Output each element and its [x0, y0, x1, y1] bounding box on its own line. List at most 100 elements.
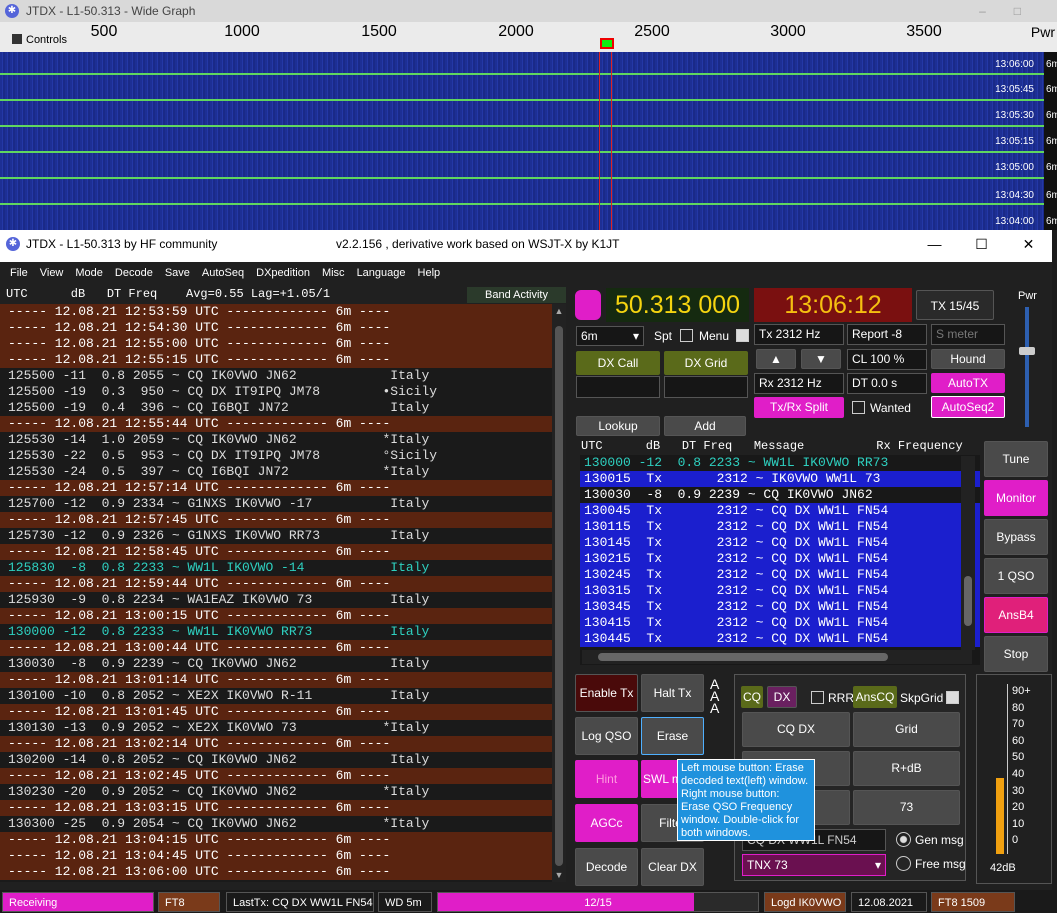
qso-row[interactable]: 130245 Tx 2312 ~ CQ DX WW1L FN54: [580, 567, 980, 583]
autotx-button[interactable]: AutoTX: [931, 373, 1005, 393]
qso-row[interactable]: 130345 Tx 2312 ~ CQ DX WW1L FN54: [580, 599, 980, 615]
qso-row[interactable]: 130115 Tx 2312 ~ CQ DX WW1L FN54: [580, 519, 980, 535]
ansb4-button[interactable]: AnsB4: [984, 597, 1048, 633]
bypass-button[interactable]: Bypass: [984, 519, 1048, 555]
period-separator-row[interactable]: ----- 12.08.21 13:06:00 UTC ------------…: [0, 864, 552, 880]
tune-button[interactable]: Tune: [984, 441, 1048, 477]
halt-tx-button[interactable]: Halt Tx: [641, 674, 704, 712]
r-db-button[interactable]: R+dB: [853, 751, 960, 786]
rx-frequency-spinbox[interactable]: Rx 2312 Hz: [754, 373, 844, 394]
controls-checkbox[interactable]: Controls: [12, 34, 67, 46]
wanted-checkbox[interactable]: [852, 401, 865, 414]
decode-row[interactable]: 130130 -13 0.9 2052 ~ XE2X IK0VWO 73 *It…: [0, 720, 552, 736]
skipgrid-checkbox[interactable]: [946, 691, 959, 704]
menu-file[interactable]: File: [4, 262, 34, 284]
period-separator-row[interactable]: ----- 12.08.21 13:03:15 UTC ------------…: [0, 800, 552, 816]
cq-dx-button[interactable]: CQ DX: [742, 712, 850, 747]
dx-toggle[interactable]: DX: [767, 686, 797, 708]
period-separator-row[interactable]: ----- 12.08.21 13:00:15 UTC ------------…: [0, 608, 552, 624]
tx-frequency-marker[interactable]: [600, 38, 614, 49]
qso-row[interactable]: 130015 Tx 2312 ~ IK0VWO WW1L 73: [580, 471, 980, 487]
decode-row[interactable]: 125530 -14 1.0 2059 ~ CQ IK0VWO JN62 *It…: [0, 432, 552, 448]
period-separator-row[interactable]: ----- 12.08.21 13:01:45 UTC ------------…: [0, 704, 552, 720]
period-separator-row[interactable]: ----- 12.08.21 13:02:45 UTC ------------…: [0, 768, 552, 784]
qso-hscrollbar[interactable]: [582, 650, 972, 664]
power-slider-track[interactable]: [1025, 307, 1029, 427]
band-activity-list[interactable]: ----- 12.08.21 12:53:59 UTC ------------…: [0, 304, 552, 882]
period-separator-row[interactable]: ----- 12.08.21 12:55:00 UTC ------------…: [0, 336, 552, 352]
erase-button[interactable]: Erase: [641, 717, 704, 755]
qso-frequency-list[interactable]: 130000 -12 0.8 2233 ~ WW1L IK0VWO RR73 13…: [580, 455, 980, 665]
grid-button[interactable]: Grid: [853, 712, 960, 747]
period-separator-row[interactable]: ----- 12.08.21 12:55:44 UTC ------------…: [0, 416, 552, 432]
menu-view[interactable]: View: [34, 262, 70, 284]
period-separator-row[interactable]: ----- 12.08.21 13:02:14 UTC ------------…: [0, 736, 552, 752]
decode-row[interactable]: 130230 -20 0.9 2052 ~ CQ IK0VWO JN62 *It…: [0, 784, 552, 800]
period-separator-row[interactable]: ----- 12.08.21 13:04:45 UTC ------------…: [0, 848, 552, 864]
qso-row[interactable]: 130415 Tx 2312 ~ CQ DX WW1L FN54: [580, 615, 980, 631]
close-icon[interactable]: ✕: [1005, 230, 1052, 258]
dt-spinbox[interactable]: DT 0.0 s: [847, 373, 927, 394]
monitor-button[interactable]: Monitor: [984, 480, 1048, 516]
down-arrow-icon[interactable]: ▼: [801, 349, 841, 369]
rrr-checkbox[interactable]: [811, 691, 824, 704]
clear-dx-button[interactable]: Clear DX: [641, 848, 704, 886]
dx-call-input[interactable]: [576, 376, 660, 398]
window-controls[interactable]: –□: [979, 0, 1049, 22]
spt-checkbox[interactable]: [680, 329, 693, 342]
band-select[interactable]: 6m ▾: [576, 326, 644, 346]
period-separator-row[interactable]: ----- 12.08.21 13:01:14 UTC ------------…: [0, 672, 552, 688]
log-qso-button[interactable]: Log QSO: [575, 717, 638, 755]
period-separator-row[interactable]: ----- 12.08.21 12:58:45 UTC ------------…: [0, 544, 552, 560]
menu-language[interactable]: Language: [351, 262, 412, 284]
period-separator-row[interactable]: ----- 12.08.21 13:04:15 UTC ------------…: [0, 832, 552, 848]
anscq-toggle[interactable]: AnsCQ: [853, 686, 897, 708]
tx-frequency-spinbox[interactable]: Tx 2312 Hz: [754, 324, 844, 345]
stop-button[interactable]: Stop: [984, 636, 1048, 672]
decode-row[interactable]: 125530 -22 0.5 953 ~ CQ DX IT9IPQ JM78 °…: [0, 448, 552, 464]
dx-grid-input[interactable]: [664, 376, 748, 398]
qso-row[interactable]: 130215 Tx 2312 ~ CQ DX WW1L FN54: [580, 551, 980, 567]
minimize-icon[interactable]: —: [911, 230, 958, 258]
decode-row[interactable]: 130030 -8 0.9 2239 ~ CQ IK0VWO JN62 Ital…: [0, 656, 552, 672]
period-separator-row[interactable]: ----- 12.08.21 12:57:45 UTC ------------…: [0, 512, 552, 528]
waterfall[interactable]: 13:06:00 13:05:45 13:05:30 13:05:15 13:0…: [0, 52, 1044, 230]
hint-button[interactable]: Hint: [575, 760, 638, 798]
menu-checkbox[interactable]: [736, 329, 749, 342]
period-separator-row[interactable]: ----- 12.08.21 12:57:14 UTC ------------…: [0, 480, 552, 496]
menu-mode[interactable]: Mode: [69, 262, 109, 284]
lookup-button[interactable]: Lookup: [576, 416, 660, 436]
maximize-icon[interactable]: ☐: [958, 230, 1005, 258]
period-separator-row[interactable]: ----- 12.08.21 12:54:30 UTC ------------…: [0, 320, 552, 336]
seventy-three-button[interactable]: 73: [853, 790, 960, 825]
decode-row[interactable]: 125730 -12 0.9 2326 ~ G1NXS IK0VWO RR73 …: [0, 528, 552, 544]
add-button[interactable]: Add: [664, 416, 746, 436]
decode-button[interactable]: Decode: [575, 848, 638, 886]
decode-row[interactable]: 125500 -11 0.8 2055 ~ CQ IK0VWO JN62 Ita…: [0, 368, 552, 384]
menu-dxpedition[interactable]: DXpedition: [250, 262, 316, 284]
cl-spinbox[interactable]: CL 100 %: [847, 349, 927, 370]
tx-period-button[interactable]: TX 15/45: [916, 290, 994, 320]
period-separator-row[interactable]: ----- 12.08.21 12:53:59 UTC ------------…: [0, 304, 552, 320]
agcc-button[interactable]: AGCc: [575, 804, 638, 842]
gen-msg-radio[interactable]: [896, 832, 911, 847]
menu-help[interactable]: Help: [412, 262, 447, 284]
power-slider-handle[interactable]: [1019, 347, 1035, 355]
decode-row[interactable]: 130300 -25 0.9 2054 ~ CQ IK0VWO JN62 *It…: [0, 816, 552, 832]
period-separator-row[interactable]: ----- 12.08.21 13:00:44 UTC ------------…: [0, 640, 552, 656]
enable-tx-button[interactable]: Enable Tx: [575, 674, 638, 712]
qso-scrollbar[interactable]: [961, 456, 975, 650]
decode-row[interactable]: 125700 -12 0.9 2334 ~ G1NXS IK0VWO -17 I…: [0, 496, 552, 512]
report-spinbox[interactable]: Report -8: [847, 324, 927, 345]
up-arrow-icon[interactable]: ▲: [756, 349, 796, 369]
tx-tab-icons[interactable]: AAA: [710, 677, 719, 715]
decode-row[interactable]: 125500 -19 0.3 950 ~ CQ DX IT9IPQ JM78 •…: [0, 384, 552, 400]
menu-autoseq[interactable]: AutoSeq: [196, 262, 250, 284]
menu-save[interactable]: Save: [159, 262, 196, 284]
one-qso-button[interactable]: 1 QSO: [984, 558, 1048, 594]
menu-misc[interactable]: Misc: [316, 262, 351, 284]
qso-row[interactable]: 130030 -8 0.9 2239 ~ CQ IK0VWO JN62: [580, 487, 980, 503]
qso-row[interactable]: 130000 -12 0.8 2233 ~ WW1L IK0VWO RR73: [580, 455, 980, 471]
band-activity-scrollbar[interactable]: ▲ ▼: [552, 304, 566, 882]
decode-row[interactable]: 125930 -9 0.8 2234 ~ WA1EAZ IK0VWO 73 It…: [0, 592, 552, 608]
